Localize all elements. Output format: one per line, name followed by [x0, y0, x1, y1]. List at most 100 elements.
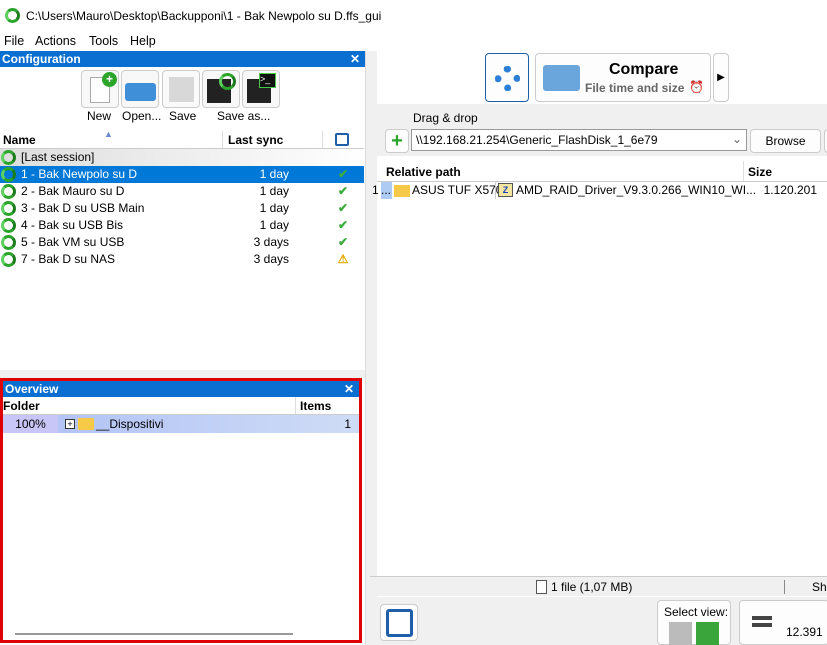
config-column-header: Name ▲ Last sync — [0, 129, 364, 149]
bottom-bar: Select view: 12.391 — [377, 597, 827, 645]
config-name: 7 - Bak D su NAS — [21, 252, 116, 266]
menu-help[interactable]: Help — [130, 34, 156, 48]
config-item[interactable]: 1 - Bak Newpolo su D 1 day ✔ — [0, 166, 364, 183]
compare-label: Compare — [609, 61, 679, 78]
config-last-sync: 3 days — [253, 252, 289, 266]
app-icon — [5, 8, 20, 23]
column-relative-path[interactable]: Relative path — [386, 165, 461, 179]
add-folder-pair-button[interactable]: + — [385, 129, 409, 153]
checkmark-icon: ✔ — [337, 201, 349, 215]
compare-dropdown-arrow[interactable]: ▶ — [713, 53, 729, 102]
gear-icon — [495, 66, 520, 91]
view-compare-icon[interactable] — [669, 622, 692, 645]
column-options-icon[interactable] — [335, 133, 349, 146]
horizontal-splitter[interactable] — [0, 370, 365, 378]
grid-row[interactable]: 1 ... ASUS TUF X570 Z AMD_RAID_Driver_V9… — [370, 182, 827, 200]
column-folder[interactable]: Folder — [3, 399, 40, 413]
configuration-header: Configuration ✕ — [0, 51, 365, 67]
row-size: 1.120.201 — [763, 183, 817, 197]
row-index: 1 — [372, 183, 379, 197]
config-last-sync: 1 day — [259, 184, 289, 198]
checkmark-icon: ✔ — [337, 167, 349, 181]
config-last-sync: 3 days — [253, 235, 289, 249]
new-button[interactable]: + — [81, 70, 119, 108]
open-label: Open... — [122, 109, 162, 123]
save-as-button[interactable] — [202, 70, 240, 108]
folder-path-value: \\192.168.21.254\Generic_FlashDisk_1_6e7… — [416, 133, 658, 147]
folder-icon — [394, 185, 410, 197]
statistics-panel: 12.391 — [739, 600, 827, 645]
menu-actions[interactable]: Actions — [35, 34, 76, 48]
configuration-title: Configuration — [2, 52, 81, 66]
window-title: C:\Users\Mauro\Desktop\Backupponi\1 - Ba… — [26, 9, 382, 23]
sync-icon — [1, 252, 16, 267]
folder-name: __Dispositivi — [96, 417, 164, 431]
status-bar: 1 file (1,07 MB) Sh — [370, 576, 827, 596]
open-button[interactable] — [121, 70, 159, 108]
config-item[interactable]: 5 - Bak VM su USB 3 days ✔ — [0, 234, 364, 251]
save-as-batch-button[interactable]: >_ — [242, 70, 280, 108]
overview-row[interactable]: 100% + __Dispositivi 1 — [3, 415, 359, 433]
log-button[interactable] — [380, 604, 418, 641]
save-button[interactable] — [162, 70, 200, 108]
row-file: AMD_RAID_Driver_V9.3.0.266_WIN10_WI... — [516, 183, 757, 197]
config-name: 5 - Bak VM su USB — [21, 235, 125, 249]
status-right: Sh — [812, 580, 827, 594]
row-ellipsis: ... — [381, 182, 392, 199]
select-view-label: Select view: — [664, 605, 729, 619]
config-last-sync: 1 day — [259, 218, 289, 232]
overview-column-header: Folder Items — [3, 397, 359, 415]
close-icon[interactable]: ✕ — [344, 381, 354, 397]
config-item[interactable]: 4 - Bak su USB Bis 1 day ✔ — [0, 217, 364, 234]
checkmark-icon: ✔ — [337, 184, 349, 198]
column-items[interactable]: Items — [300, 399, 331, 413]
items-count: 1 — [344, 417, 351, 431]
warning-icon: ⚠ — [337, 252, 349, 266]
sync-icon — [1, 167, 16, 182]
browse-button[interactable]: Browse — [750, 129, 821, 153]
comparison-settings-button[interactable] — [485, 53, 529, 102]
column-last-sync[interactable]: Last sync — [228, 133, 283, 147]
chevron-down-icon[interactable]: ⌄ — [732, 132, 742, 146]
open-icon — [125, 83, 156, 101]
last-session-row[interactable]: [Last session] — [0, 149, 364, 166]
grid-column-header: Relative path Size — [377, 161, 827, 182]
zip-file-icon: Z — [498, 183, 513, 197]
close-icon[interactable]: ✕ — [350, 51, 360, 67]
config-last-sync: 1 day — [259, 201, 289, 215]
alarm-clock-icon: ⏰ — [689, 80, 704, 94]
config-last-sync: 1 day — [259, 167, 289, 181]
new-label: New — [87, 109, 112, 123]
select-view-panel: Select view: — [657, 600, 731, 645]
config-item[interactable]: 7 - Bak D su NAS 3 days ⚠ — [0, 251, 364, 268]
config-name: 2 - Bak Mauro su D — [21, 184, 125, 198]
menu-bar: File Actions Tools Help — [0, 32, 827, 51]
menu-tools[interactable]: Tools — [89, 34, 118, 48]
overview-pane: Overview ✕ Folder Items 100% + __Disposit… — [0, 378, 362, 643]
menu-file[interactable]: File — [4, 34, 24, 48]
expand-icon[interactable]: + — [65, 419, 75, 429]
pane-splitter[interactable] — [365, 51, 377, 645]
sync-icon — [1, 218, 16, 233]
folder-path-input[interactable]: \\192.168.21.254\Generic_FlashDisk_1_6e7… — [411, 129, 747, 151]
config-name: 1 - Bak Newpolo su D — [21, 167, 138, 181]
folder-pair-bar: Drag & drop + \\192.168.21.254\Generic_F… — [377, 104, 827, 156]
compare-folder-search-icon — [543, 65, 580, 91]
percent: 100% — [3, 415, 58, 433]
checkmark-icon: ✔ — [337, 235, 349, 249]
compare-variant: File time and size — [585, 81, 685, 95]
drag-drop-label: Drag & drop — [413, 111, 478, 125]
save-as-label: Save as... — [217, 109, 271, 123]
compare-button[interactable]: Compare File time and size ⏰ — [535, 53, 711, 102]
view-sync-icon[interactable] — [696, 622, 719, 645]
equal-count: 12.391 — [786, 625, 823, 639]
file-count: 1 file (1,07 MB) — [551, 580, 633, 594]
column-size[interactable]: Size — [748, 165, 772, 179]
config-item[interactable]: 2 - Bak Mauro su D 1 day ✔ — [0, 183, 364, 200]
log-icon — [386, 609, 413, 637]
horizontal-scrollbar[interactable] — [15, 633, 293, 635]
equal-icon — [752, 623, 772, 627]
column-name[interactable]: Name — [3, 133, 36, 147]
config-item[interactable]: 3 - Bak D su USB Main 1 day ✔ — [0, 200, 364, 217]
row-folder: ASUS TUF X570 — [412, 183, 503, 197]
